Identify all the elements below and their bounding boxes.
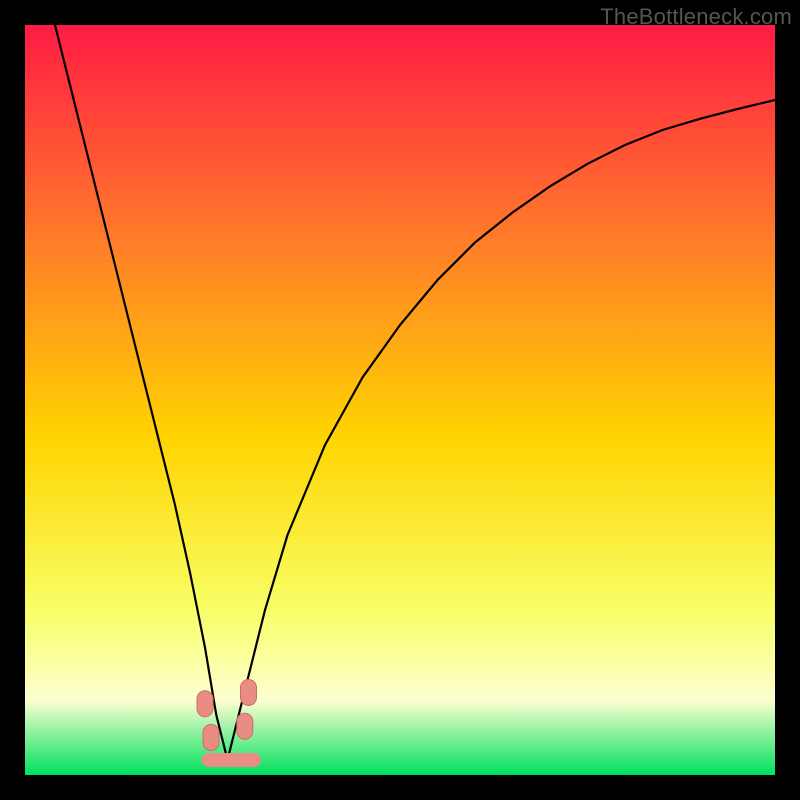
chart-svg: [25, 25, 775, 775]
plot-area: [25, 25, 775, 775]
right-marker-top: [241, 680, 257, 706]
left-marker-bottom: [203, 725, 219, 751]
gradient-background: [25, 25, 775, 775]
figure-frame: TheBottleneck.com: [0, 0, 800, 800]
left-marker-top: [197, 691, 213, 717]
right-marker-bottom: [237, 713, 253, 739]
